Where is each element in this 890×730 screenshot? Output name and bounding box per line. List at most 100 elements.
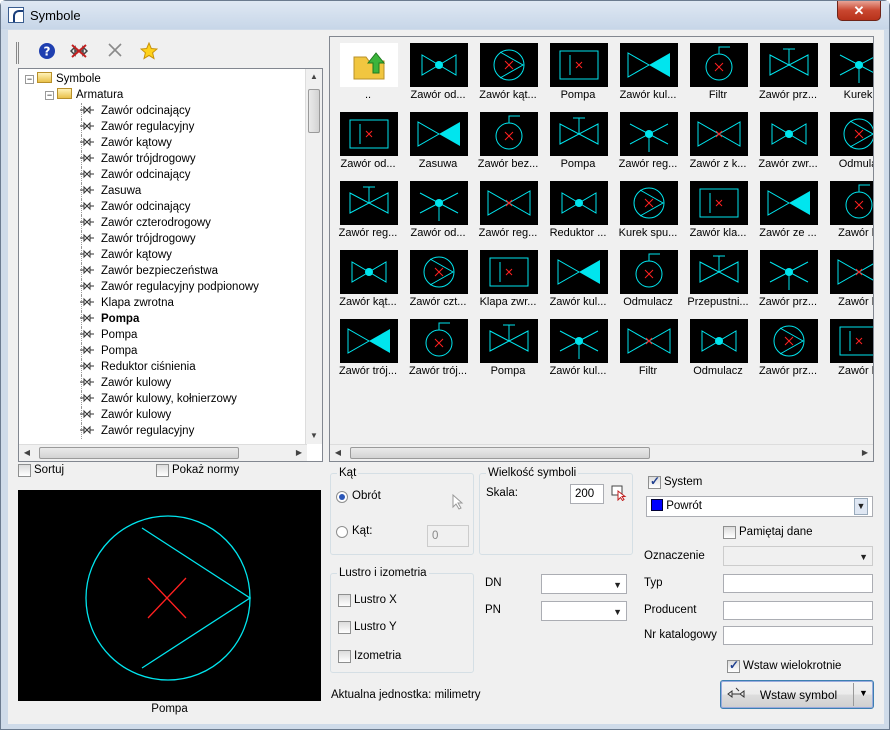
isometry-checkbox[interactable] [338,650,351,663]
symbol-tile[interactable]: Zawór b [826,246,873,311]
delete-symbol-icon[interactable] [68,42,90,64]
multi-insert-checkbox[interactable] [727,658,740,673]
chevron-down-icon[interactable]: ▼ [854,498,868,515]
grid-scroll-left-icon[interactable]: ◀ [330,445,346,461]
tree-item-symbol[interactable]: Zawór odcinający [79,103,190,119]
tree-item-symbol[interactable]: Zawór czterodrogowy [79,215,211,231]
tree-item-symbol[interactable]: Pompa [79,311,139,327]
tree-item-symbol[interactable]: Klapa zwrotna [79,295,174,311]
symbol-tile[interactable]: Klapa zwr... [476,246,540,311]
chevron-down-icon[interactable]: ▼ [859,547,868,567]
symbol-tile[interactable]: Zawór kąt... [476,39,540,104]
symbol-tile[interactable]: Zawór od... [406,39,470,104]
symbol-tile[interactable]: Filtr [686,39,750,104]
scroll-up-icon[interactable]: ▲ [306,69,322,85]
tree-scroll-thumb[interactable] [308,89,320,133]
catalog-number-input[interactable] [723,626,873,645]
designation-combo[interactable]: ▼ [723,546,873,566]
tree-item-symbol[interactable]: Pompa [79,343,137,359]
scroll-down-icon[interactable]: ▼ [306,428,322,444]
symbol-tile[interactable]: Przepustni... [686,246,750,311]
symbol-tile[interactable]: Odmulacz [686,315,750,380]
dn-combo[interactable]: ▼ [541,574,627,594]
symbol-tile[interactable]: Filtr [616,315,680,380]
tree-item-symbol[interactable]: Zawór kątowy [79,135,172,151]
tree-vertical-scrollbar[interactable]: ▲ ▼ [305,69,322,444]
sort-checkbox[interactable] [18,464,31,477]
symbol-tile[interactable]: Zawór kul... [546,315,610,380]
tree-item-symbol[interactable]: Zawór regulacyjny [79,119,194,135]
symbol-tile[interactable]: Pompa [476,315,540,380]
symbol-tile[interactable]: Zawór ze ... [756,177,820,242]
scroll-right-icon[interactable]: ▶ [291,445,307,461]
title-bar[interactable]: Symbole ✕ [1,1,889,29]
symbol-tile[interactable]: Zawór od... [336,108,400,173]
symbol-tile[interactable]: Pompa [546,39,610,104]
symbol-tile[interactable]: Zawór trój... [406,315,470,380]
symbol-tile[interactable]: Zawór kla... [686,177,750,242]
tree-item-symbol[interactable]: Zawór kulowy [79,375,171,391]
tree-item-symbol[interactable]: Zasuwa [79,183,141,199]
help-icon[interactable]: ? [36,42,58,64]
close-x-icon[interactable] [104,42,126,64]
system-checkbox[interactable] [648,474,661,489]
tree-item-symbol[interactable]: Zawór odcinający [79,167,190,183]
tree-item-symbol[interactable]: Zawór regulacyjny [79,423,194,439]
symbol-tile[interactable]: Zawór prz... [756,315,820,380]
pn-combo[interactable]: ▼ [541,601,627,621]
symbol-tile[interactable]: Odmulacz [616,246,680,311]
tree-item-symbol[interactable]: Zawór odcinający [79,199,190,215]
chevron-down-icon[interactable]: ▼ [613,575,622,595]
symbol-tile[interactable]: Zawór prz... [756,246,820,311]
pick-cursor-icon[interactable] [451,493,465,513]
tree-hscroll-thumb[interactable] [39,447,239,459]
symbol-tile[interactable]: Zawór b [826,315,873,380]
tree-node-armatura[interactable]: − Armatura [45,87,123,103]
symbol-tree[interactable]: ▲ ▼ ◀ ▶ − Symbole − Armatura Zawór odcinając… [18,68,323,462]
symbol-tile[interactable]: Reduktor ... [546,177,610,242]
tree-item-symbol[interactable]: Zawór kulowy [79,407,171,423]
symbol-tile[interactable]: Zawór b [826,177,873,242]
tree-node-root[interactable]: − Symbole [25,71,101,87]
symbol-tile[interactable]: Zawór reg... [336,177,400,242]
symbol-tile[interactable]: Zawór czt... [406,246,470,311]
symbol-tile[interactable]: Pompa [546,108,610,173]
mirror-y-checkbox[interactable] [338,621,351,634]
parent-folder-tile[interactable]: .. [336,39,400,104]
tree-item-symbol[interactable]: Zawór kulowy, kołnierzowy [79,391,237,407]
toolbar-grip[interactable] [16,42,19,64]
grid-horizontal-scrollbar[interactable]: ◀ ▶ [330,444,873,461]
tree-item-symbol[interactable]: Zawór trójdrogowy [79,231,196,247]
insert-symbol-button[interactable]: Wstaw symbol ▼ [720,680,874,709]
symbol-tile[interactable]: Odmula [826,108,873,173]
symbol-tile[interactable]: Zawór kul... [546,246,610,311]
producer-input[interactable] [723,601,873,620]
symbol-tile[interactable]: Zawór reg... [616,108,680,173]
tree-item-symbol[interactable]: Zawór kątowy [79,247,172,263]
symbol-tile[interactable]: Zasuwa [406,108,470,173]
grid-scroll-right-icon[interactable]: ▶ [857,445,873,461]
tree-item-symbol[interactable]: Zawór bezpieczeństwa [79,263,218,279]
symbol-tile[interactable]: Kurek spu... [616,177,680,242]
angle-radio[interactable] [336,526,348,538]
tree-item-symbol[interactable]: Reduktor ciśnienia [79,359,196,375]
favorite-star-icon[interactable] [138,41,160,64]
scale-input[interactable]: 200 [570,484,604,504]
symbol-tile[interactable]: Kurek [826,39,873,104]
symbol-grid[interactable]: ◀ ▶ .. Zawór od... Zawór kąt... Pompa Zawór … [329,36,874,462]
symbol-tile[interactable]: Zawór reg... [476,177,540,242]
symbol-tile[interactable]: Zawór od... [406,177,470,242]
symbol-tile[interactable]: Zawór bez... [476,108,540,173]
angle-input[interactable]: 0 [427,525,469,547]
tree-item-symbol[interactable]: Zawór trójdrogowy [79,151,196,167]
symbol-tile[interactable]: Zawór zwr... [756,108,820,173]
dropdown-arrow-icon[interactable]: ▼ [859,688,868,698]
collapse-icon[interactable]: − [45,91,54,100]
symbol-tile[interactable]: Zawór kąt... [336,246,400,311]
tree-horizontal-scrollbar[interactable]: ◀ ▶ [19,444,307,461]
mirror-x-checkbox[interactable] [338,594,351,607]
remember-data-checkbox[interactable] [723,526,736,539]
symbol-tile[interactable]: Zawór kul... [616,39,680,104]
tree-item-symbol[interactable]: Pompa [79,327,137,343]
rotate-radio[interactable] [336,491,348,503]
